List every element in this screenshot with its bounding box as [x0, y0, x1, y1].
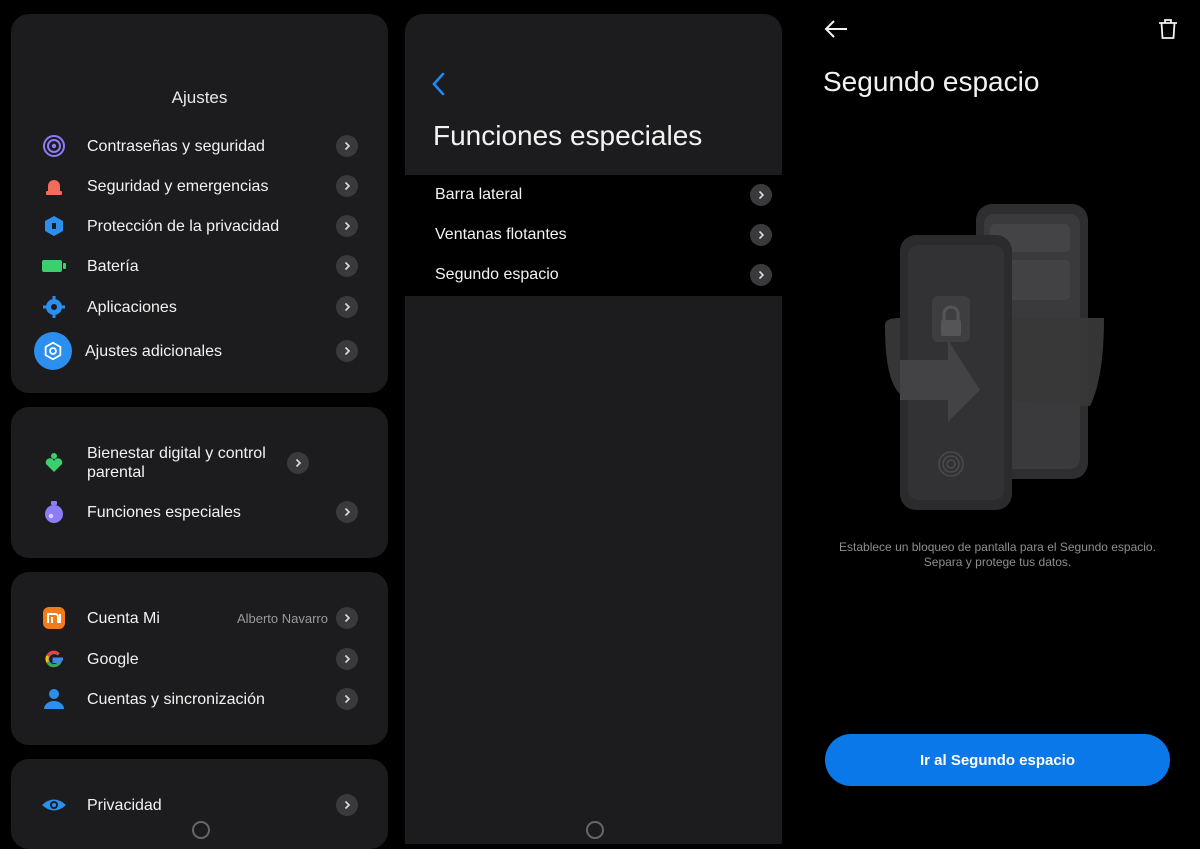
settings-card-wellbeing: Bienestar digital y control parental Fun… [11, 407, 388, 558]
mi-account-username: Alberto Navarro [236, 610, 328, 626]
chevron-right-icon [336, 688, 358, 710]
special-item-floating-windows[interactable]: Ventanas flotantes [405, 215, 782, 255]
settings-item-emergency[interactable]: Seguridad y emergencias [39, 171, 358, 201]
settings-item-privacy[interactable]: Privacidad [39, 790, 358, 820]
chevron-right-icon [336, 175, 358, 197]
chevron-right-icon [336, 135, 358, 157]
settings-item-label: Privacidad [87, 796, 162, 814]
settings-item-passwords[interactable]: Contraseñas y seguridad [39, 131, 358, 161]
settings-item-label: Seguridad y emergencias [87, 177, 269, 195]
chevron-right-icon [750, 184, 772, 206]
privacy-shield-icon [39, 211, 69, 241]
settings-item-label: Contraseñas y seguridad [87, 137, 265, 155]
special-item-label: Ventanas flotantes [435, 226, 567, 243]
settings-item-label: Cuenta Mi [87, 609, 160, 627]
hexagon-settings-icon [34, 332, 72, 370]
special-item-sidebar[interactable]: Barra lateral [405, 175, 782, 215]
second-space-illustration [880, 200, 1110, 515]
chevron-right-icon [336, 648, 358, 670]
special-features-icon [39, 497, 69, 527]
settings-item-label: Protección de la privacidad [87, 217, 280, 235]
settings-item-label: Bienestar digital y control parental [87, 445, 266, 481]
battery-icon [39, 251, 69, 281]
google-icon [39, 644, 69, 674]
settings-item-wellbeing[interactable]: Bienestar digital y control parental [39, 444, 358, 482]
chevron-left-icon [432, 72, 445, 96]
special-item-label: Barra lateral [435, 186, 523, 203]
settings-item-privacy-protection[interactable]: Protección de la privacidad [39, 211, 358, 241]
nav-home-indicator [192, 821, 210, 839]
chevron-right-icon [336, 794, 358, 816]
fingerprint-icon [39, 131, 69, 161]
accounts-sync-icon [39, 684, 69, 714]
mi-account-icon [39, 603, 69, 633]
apps-gear-icon [39, 292, 69, 322]
settings-card-accounts: Cuenta Mi Alberto Navarro Google Cuentas… [11, 572, 388, 745]
emergency-bell-icon [39, 171, 69, 201]
special-item-second-space[interactable]: Segundo espacio [405, 255, 782, 295]
special-features-pane: Funciones especiales Barra lateral Venta… [405, 14, 782, 844]
chevron-right-icon [336, 255, 358, 277]
chevron-right-icon [750, 224, 772, 246]
trash-icon [1159, 19, 1177, 39]
go-to-second-space-button[interactable]: Ir al Segundo espacio [825, 734, 1170, 786]
settings-item-label: Ajustes adicionales [85, 342, 222, 360]
chevron-right-icon [287, 452, 309, 474]
settings-item-label: Batería [87, 257, 139, 275]
settings-item-apps[interactable]: Aplicaciones [39, 292, 358, 322]
settings-item-google[interactable]: Google [39, 644, 358, 674]
settings-item-additional[interactable]: Ajustes adicionales [34, 332, 358, 370]
description-line-2: Separa y protege tus datos. [923, 555, 1072, 569]
chevron-right-icon [336, 607, 358, 629]
special-features-list: Barra lateral Ventanas flotantes Segundo… [405, 175, 782, 296]
settings-item-label: Aplicaciones [87, 298, 177, 316]
special-features-title: Funciones especiales [433, 120, 703, 151]
back-arrow-button[interactable] [823, 18, 849, 40]
settings-item-special-features[interactable]: Funciones especiales [39, 497, 358, 527]
delete-button[interactable] [1157, 18, 1179, 40]
second-space-description: Establece un bloqueo de pantalla para el… [795, 540, 1200, 570]
chevron-right-icon [336, 215, 358, 237]
chevron-right-icon [750, 264, 772, 286]
settings-item-battery[interactable]: Batería [39, 251, 358, 281]
chevron-right-icon [336, 501, 358, 523]
wellbeing-icon [39, 448, 69, 478]
settings-card-main: Ajustes Contraseñas y seguridad Segurida… [11, 14, 388, 393]
settings-item-accounts-sync[interactable]: Cuentas y sincronización [39, 684, 358, 714]
nav-home-indicator [586, 821, 604, 839]
settings-item-mi-account[interactable]: Cuenta Mi Alberto Navarro [39, 603, 358, 633]
special-item-label: Segundo espacio [435, 266, 559, 283]
settings-item-label: Google [87, 650, 139, 668]
second-space-title: Segundo espacio [823, 66, 1040, 97]
settings-item-label: Funciones especiales [87, 503, 241, 521]
eye-icon [39, 790, 69, 820]
settings-item-label: Cuentas y sincronización [87, 690, 265, 708]
back-button[interactable] [429, 70, 453, 98]
chevron-right-icon [336, 296, 358, 318]
arrow-left-icon [824, 20, 847, 38]
settings-title: Ajustes [171, 88, 228, 107]
description-line-1: Establece un bloqueo de pantalla para el… [839, 540, 1156, 554]
chevron-right-icon [336, 340, 358, 362]
second-space-pane: Segundo espacio Establece un bloqueo de … [795, 0, 1200, 831]
